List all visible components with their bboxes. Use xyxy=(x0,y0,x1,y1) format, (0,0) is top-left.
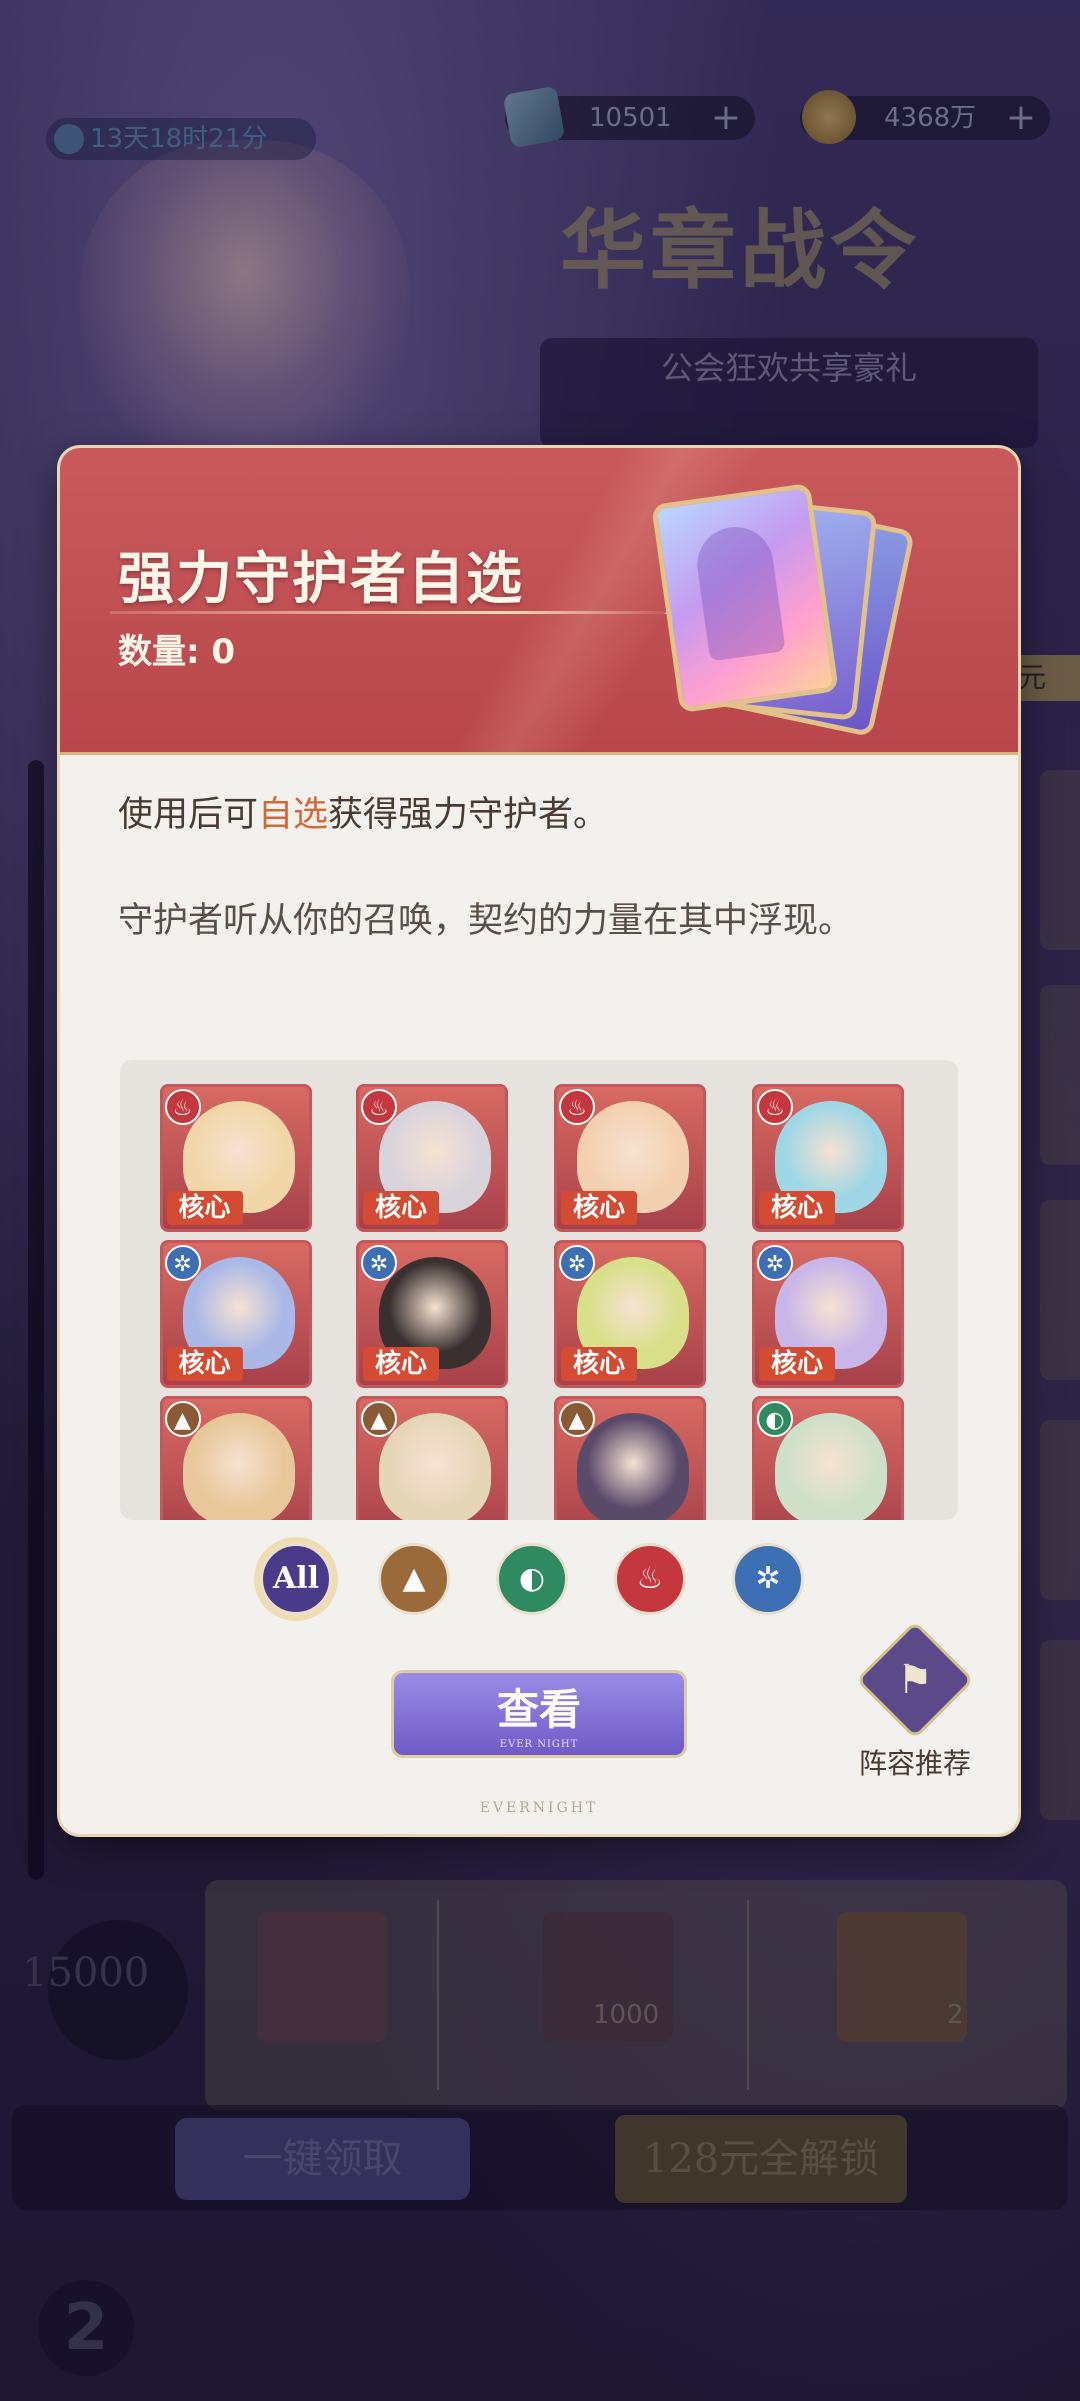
core-badge: 核心 xyxy=(166,1190,243,1225)
hero-card[interactable]: ▲ xyxy=(356,1396,508,1520)
earth-element-icon: ▲ xyxy=(559,1401,595,1438)
hero-card[interactable]: ♨ 核心 xyxy=(554,1083,706,1232)
hero-card[interactable]: ✲ 核心 xyxy=(752,1240,904,1388)
hero-card[interactable]: ♨ 核心 xyxy=(159,1083,312,1232)
brand-footer: EVERNIGHT xyxy=(479,1800,599,1816)
hero-card[interactable]: ♨ 核心 xyxy=(752,1083,904,1232)
hero-card[interactable]: ✲ 核心 xyxy=(356,1240,508,1388)
hero-portrait xyxy=(775,1413,887,1520)
view-button-sublabel: EVER NIGHT xyxy=(499,1739,579,1750)
core-badge: 核心 xyxy=(561,1190,637,1225)
fire-element-icon: ♨ xyxy=(559,1088,595,1125)
card-front xyxy=(651,482,839,714)
filter-earth-button[interactable]: ▲ xyxy=(378,1543,450,1615)
hero-portrait xyxy=(577,1413,689,1520)
fire-element-icon: ♨ xyxy=(164,1088,201,1125)
core-badge: 核心 xyxy=(363,1347,439,1381)
title-underline xyxy=(110,611,680,614)
hero-card[interactable]: ✲ 核心 xyxy=(159,1240,312,1388)
item-quantity: 数量: 0 xyxy=(118,632,236,672)
description-highlight: 自选 xyxy=(258,795,329,835)
description-prefix: 使用后可 xyxy=(118,795,259,835)
hooded-silhouette-icon xyxy=(692,522,786,662)
wind-icon: ◐ xyxy=(518,1561,546,1596)
flag-icon: ⚑ xyxy=(855,1620,975,1740)
core-badge: 核心 xyxy=(561,1347,637,1381)
fire-element-icon: ♨ xyxy=(361,1088,397,1125)
hero-card[interactable]: ✲ 核心 xyxy=(554,1240,706,1388)
hero-card[interactable]: ▲ xyxy=(554,1396,706,1520)
team-recommend-label: 阵容推荐 xyxy=(858,1747,971,1780)
filter-ice-button[interactable]: ✲ xyxy=(732,1543,804,1615)
item-description: 使用后可自选获得强力守护者。 xyxy=(118,786,608,837)
core-badge: 核心 xyxy=(166,1347,243,1381)
snowflake-icon: ✲ xyxy=(755,1561,781,1596)
view-button[interactable]: 查看 EVER NIGHT xyxy=(391,1670,687,1758)
core-badge: 核心 xyxy=(759,1347,835,1381)
hero-card[interactable]: ◐ xyxy=(752,1396,904,1520)
earth-element-icon: ▲ xyxy=(164,1401,201,1438)
team-recommend-button[interactable]: ⚑ 阵容推荐 xyxy=(850,1620,980,1788)
description-suffix: 获得强力守护者。 xyxy=(328,795,609,835)
ice-element-icon: ✲ xyxy=(559,1245,595,1281)
earth-element-icon: ▲ xyxy=(361,1401,397,1438)
core-badge: 核心 xyxy=(759,1190,835,1225)
core-badge: 核心 xyxy=(363,1190,439,1225)
hero-grid[interactable]: ♨ 核心 ♨ 核心 ♨ 核心 ♨ 核心 ✲ 核心 ✲ 核心 ✲ 核心 ✲ 核心 ▲ ▲ ▲ ◐ xyxy=(120,1060,958,1520)
ice-element-icon: ✲ xyxy=(164,1245,201,1281)
hero-portrait xyxy=(379,1413,491,1520)
view-button-label: 查看 xyxy=(496,1685,581,1734)
flavor-text: 守护者听从你的召唤，契约的力量在其中浮现。 xyxy=(118,901,854,941)
guardian-select-dialog: 强力守护者自选 ✦ 数量: 0 使用后可自选获得强力守护者。 守护者听从你的召唤… xyxy=(60,448,1018,1834)
ice-element-icon: ✲ xyxy=(757,1245,793,1281)
ice-element-icon: ✲ xyxy=(361,1245,397,1281)
selector-card-icon xyxy=(645,482,916,738)
filter-all-button[interactable]: All xyxy=(260,1543,332,1615)
flame-icon: ♨ xyxy=(636,1561,664,1596)
filter-wind-button[interactable]: ◐ xyxy=(496,1543,568,1615)
hero-portrait xyxy=(182,1413,295,1520)
fire-element-icon: ♨ xyxy=(757,1088,793,1125)
element-filter-bar: All ▲ ◐ ♨ ✲ xyxy=(260,1543,840,1623)
hero-card[interactable]: ♨ 核心 xyxy=(356,1083,508,1232)
filter-fire-button[interactable]: ♨ xyxy=(614,1543,686,1615)
dialog-title: 强力守护者自选 xyxy=(118,546,524,612)
mountain-icon: ▲ xyxy=(402,1561,426,1596)
hero-card[interactable]: ▲ xyxy=(159,1396,312,1520)
dialog-header: 强力守护者自选 ✦ 数量: 0 xyxy=(60,448,1018,755)
wind-element-icon: ◐ xyxy=(757,1401,793,1438)
